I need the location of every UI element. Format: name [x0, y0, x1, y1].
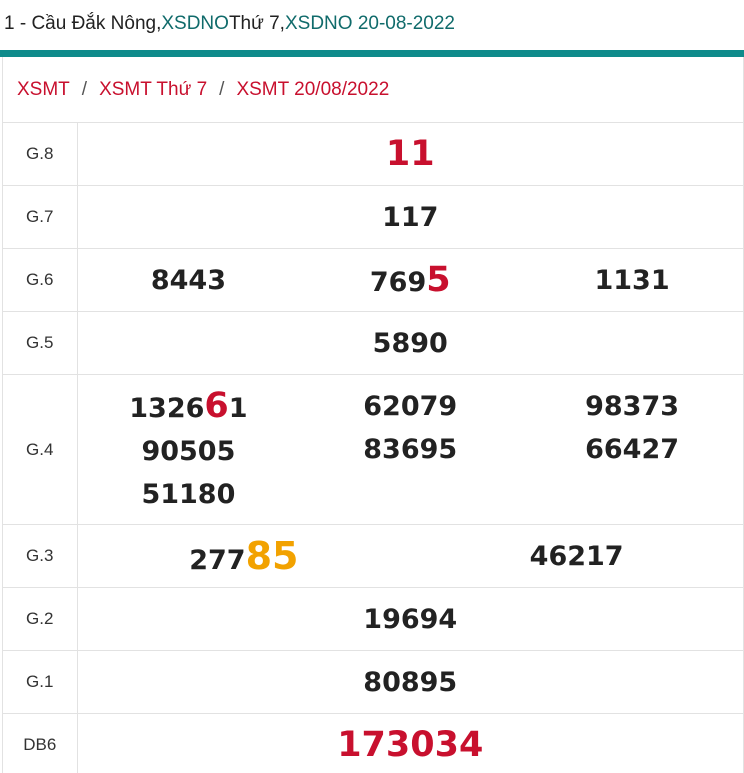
row-g8: G.8 11: [3, 122, 743, 186]
prize-g4-value-5: 83695: [363, 434, 458, 465]
prize-g6-value-3: 1131: [594, 264, 670, 296]
row-g2: G.2 19694: [3, 587, 743, 651]
prize-label-g8: G.8: [3, 122, 78, 186]
breadcrumb: XSMT / XSMT Thứ 7 / XSMT 20/08/2022: [3, 57, 743, 122]
row-g7: G.7 117: [3, 185, 743, 249]
prize-g1-value: 80895: [363, 666, 458, 698]
header-divider: [0, 50, 744, 57]
row-g3: G.3 27785 46217: [3, 524, 743, 588]
row-g4: G.4 132661 90505 51180 62079 83695 98373…: [3, 374, 743, 525]
xsdno-link[interactable]: XSDNO: [161, 13, 229, 35]
row-g5: G.5 5890: [3, 311, 743, 375]
breadcrumb-xsmt-date[interactable]: XSMT 20/08/2022: [236, 79, 389, 101]
result-heading: 1 - Cầu Đắk Nông, XSDNO Thứ 7, XSDNO 20-…: [0, 0, 744, 48]
highlight-digit: 5: [426, 260, 451, 300]
heading-mid: Thứ 7,: [228, 13, 285, 34]
prize-label-g1: G.1: [3, 650, 78, 714]
prize-g7-value: 117: [382, 201, 439, 233]
prize-g8-value: 11: [385, 134, 435, 174]
breadcrumb-separator: /: [219, 78, 225, 100]
result-card: XSMT / XSMT Thứ 7 / XSMT 20/08/2022 G.8 …: [2, 57, 744, 773]
row-g1: G.1 80895: [3, 650, 743, 714]
prize-label-g3: G.3: [3, 524, 78, 588]
prize-g4-value-3: 98373: [585, 391, 680, 422]
highlight-digits: 85: [245, 534, 299, 578]
prize-label-g7: G.7: [3, 185, 78, 249]
prize-label-g6: G.6: [3, 248, 78, 312]
prize-label-g4: G.4: [3, 374, 78, 525]
results-table: G.8 11 G.7 117 G.6 8443 7695 1131 G.5 58…: [3, 122, 743, 773]
prize-g4-value-4: 90505: [141, 436, 236, 467]
prize-label-g5: G.5: [3, 311, 78, 375]
heading-prefix: 1 - Cầu Đắk Nông,: [4, 13, 162, 34]
prize-label-g2: G.2: [3, 587, 78, 651]
xsdno-date-link[interactable]: XSDNO 20-08-2022: [285, 13, 455, 35]
prize-g5-value: 5890: [372, 327, 448, 359]
row-db: DB6 173034: [3, 713, 743, 773]
prize-g4-value-1: 132661: [129, 386, 248, 426]
prize-g3-value-1: 27785: [189, 534, 299, 578]
highlight-digit: 6: [204, 386, 229, 426]
prize-db-value: 173034: [337, 725, 484, 766]
prize-g4-value-6: 66427: [585, 434, 680, 465]
prize-g4-value-2: 62079: [363, 391, 458, 422]
row-g6: G.6 8443 7695 1131: [3, 248, 743, 312]
breadcrumb-xsmt[interactable]: XSMT: [17, 79, 70, 101]
prize-g6-value-2: 7695: [369, 260, 451, 300]
prize-g2-value: 19694: [363, 603, 458, 635]
prize-g4-value-7: 51180: [141, 479, 236, 510]
prize-g6-value-1: 8443: [150, 264, 226, 296]
breadcrumb-xsmt-thu7[interactable]: XSMT Thứ 7: [99, 79, 207, 101]
breadcrumb-separator: /: [81, 78, 88, 100]
prize-g3-value-2: 46217: [529, 540, 624, 572]
prize-label-db: DB6: [3, 713, 78, 773]
